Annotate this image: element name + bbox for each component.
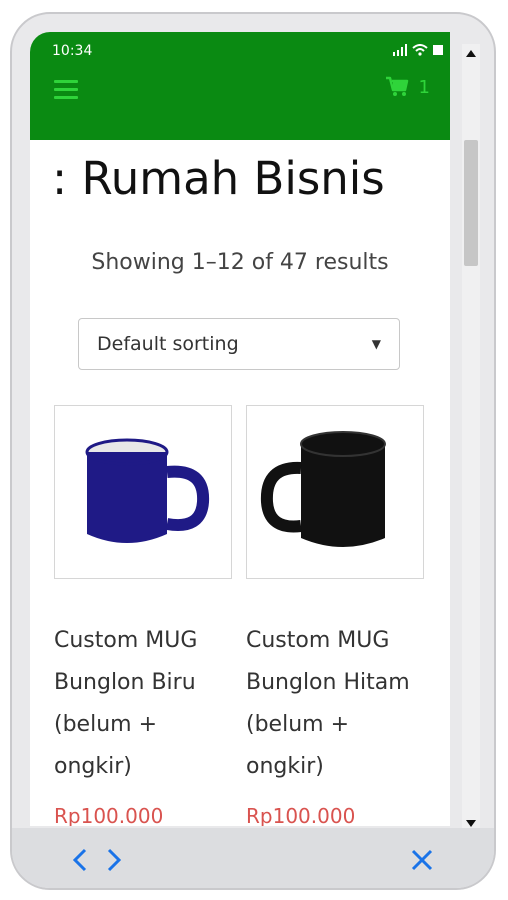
mug-image (260, 431, 386, 547)
scrollbar-thumb[interactable] (464, 140, 478, 266)
mug-image (85, 438, 210, 543)
product-price: Rp100.000 (54, 804, 164, 826)
back-button[interactable] (66, 846, 94, 874)
hamburger-icon[interactable] (54, 80, 78, 100)
scroll-down-icon[interactable] (466, 820, 476, 827)
page-title: : Rumah Bisnis (52, 152, 385, 205)
app-header: 10:34 1 (30, 32, 450, 140)
forward-button[interactable] (100, 846, 128, 874)
product-name[interactable]: Custom MUG Bunglon Biru (belum + ongkir) (54, 620, 234, 788)
cart-count: 1 (418, 76, 430, 98)
status-icons (392, 44, 444, 56)
phone-screen: 10:34 1: Rumah Bisnis Showing 1–12 of 4… (30, 32, 450, 826)
product-image-card[interactable] (54, 405, 232, 579)
product-name[interactable]: Custom MUG Bunglon Hitam (belum + ongkir… (246, 620, 426, 788)
signal-icon (393, 44, 407, 56)
device-frame: 10:34 1: Rumah Bisnis Showing 1–12 of 4… (10, 12, 496, 890)
close-button[interactable] (408, 846, 436, 874)
wifi-icon (412, 44, 428, 56)
battery-icon (433, 45, 443, 55)
caret-down-icon: ▼ (371, 337, 381, 351)
browser-toolbar (12, 828, 494, 888)
cart-button[interactable]: 1 (385, 76, 430, 98)
result-count: Showing 1–12 of 47 results (91, 250, 389, 275)
cart-icon (385, 76, 408, 96)
scroll-up-icon[interactable] (466, 50, 476, 57)
product-image-card[interactable] (246, 405, 424, 579)
product-price: Rp100.000 (246, 804, 356, 826)
chevron-left-icon (72, 848, 87, 872)
status-time: 10:34 (52, 43, 93, 59)
sorting-selected-label: Default sorting (97, 333, 239, 355)
sorting-select[interactable]: Default sorting ▼ (78, 318, 400, 370)
close-icon (411, 849, 433, 871)
mug-body (87, 452, 167, 543)
chevron-right-icon (107, 848, 122, 872)
